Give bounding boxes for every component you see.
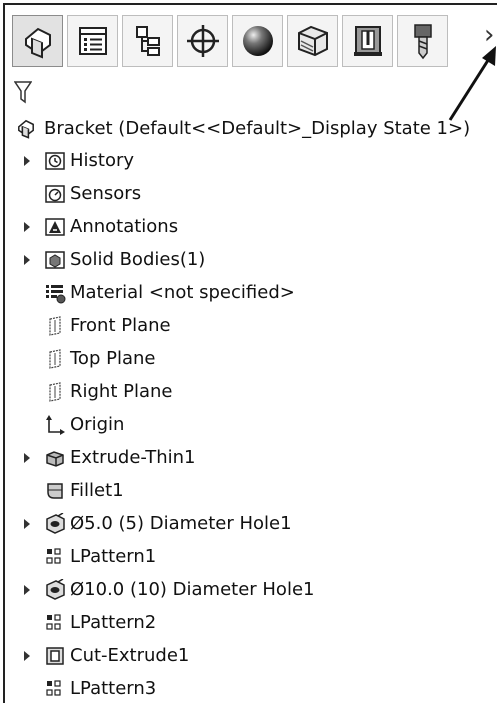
tree-item[interactable]: History [0,144,497,177]
tab-cam-operation-tree[interactable] [342,15,393,67]
plane-icon [49,348,61,369]
hole-wizard-icon [46,578,65,600]
tree-root-part[interactable]: Bracket (Default<<Default>_Display State… [14,114,470,142]
cam-feature-tree-icon [297,25,328,57]
tree-item[interactable]: LPattern1 [0,540,497,573]
tree-item[interactable]: Extrude-Thin1 [0,441,497,474]
tree-item-label: Right Plane [70,381,173,402]
tree-item-label: Top Plane [70,348,156,369]
tree-item[interactable]: Origin [0,408,497,441]
tree-item-label: Cut-Extrude1 [70,645,190,666]
tab-displaymanager[interactable] [232,15,283,67]
tree-item[interactable]: Right Plane [0,375,497,408]
expand-arrow-icon[interactable] [22,155,32,167]
history-icon [45,151,65,170]
tree-item[interactable]: Cut-Extrude1 [0,639,497,672]
tree-item[interactable]: Top Plane [0,342,497,375]
tree-item-label: Annotations [70,216,179,237]
tree-item-label: Material <not specified> [70,282,295,303]
linear-pattern-icon [46,547,61,564]
solid-bodies-icon [45,250,65,269]
tree-item[interactable]: LPattern3 [0,672,497,705]
cam-operation-tree-icon [353,26,382,56]
tree-item-label: Solid Bodies(1) [70,249,206,270]
filter-icon[interactable] [14,80,32,104]
tree-root-label: Bracket (Default<<Default>_Display State… [44,117,471,139]
tree-item[interactable]: Ø10.0 (10) Diameter Hole1 [0,573,497,606]
linear-pattern-icon [46,613,61,630]
tree-item-label: Origin [70,414,125,435]
tree-item-label: LPattern1 [70,546,157,567]
expand-arrow-icon[interactable] [22,584,32,596]
material-icon [46,284,66,303]
tree-item[interactable]: Front Plane [0,309,497,342]
hole-wizard-icon [46,512,65,534]
part-icon [18,119,34,139]
tree-item-label: Sensors [70,183,142,204]
tree-item[interactable]: Solid Bodies(1) [0,243,497,276]
featuremanager-tree-icon [24,27,51,59]
tree-item[interactable]: Material <not specified> [0,276,497,309]
tree-item[interactable]: LPattern2 [0,606,497,639]
displaymanager-sphere-icon [242,26,273,56]
tree-item[interactable]: Sensors [0,177,497,210]
linear-pattern-icon [46,679,61,696]
tree-item-label: LPattern2 [70,612,157,633]
origin-icon [46,414,65,435]
tree-item-label: Ø5.0 (5) Diameter Hole1 [70,513,292,534]
tree-item-label: History [70,150,135,171]
expand-arrow-icon[interactable] [22,452,32,464]
fillet-icon [47,482,63,499]
tab-cam-feature-tree[interactable] [287,15,338,67]
feature-tree: History Sensors Annotations Solid Bodies(1)… [0,144,497,705]
callout-arrow-icon [448,46,496,121]
cam-tool-tree-icon [413,24,432,60]
tree-item-label: Fillet1 [70,480,124,501]
tab-configurationmanager[interactable] [122,15,173,67]
configurationmanager-icon [135,26,160,56]
tree-item[interactable]: Ø5.0 (5) Diameter Hole1 [0,507,497,540]
expand-arrow-icon[interactable] [22,254,32,266]
tab-propertymanager[interactable] [67,15,118,67]
plane-icon [49,381,61,402]
tab-dimxpertmanager[interactable] [177,15,228,67]
tree-item-label: Ø10.0 (10) Diameter Hole1 [70,579,315,600]
extrude-icon [46,450,64,467]
tree-item[interactable]: Annotations [0,210,497,243]
sensors-icon [45,184,65,203]
annotations-icon [45,217,65,236]
tree-item[interactable]: Fillet1 [0,474,497,507]
tab-featuremanager[interactable] [12,15,63,67]
manager-tab-bar [12,13,497,69]
plane-icon [49,315,61,336]
propertymanager-icon [78,27,107,55]
expand-arrow-icon[interactable] [22,650,32,662]
expand-arrow-icon[interactable] [22,221,32,233]
dimxpertmanager-icon [186,25,219,57]
tree-item-label: Extrude-Thin1 [70,447,196,468]
cut-extrude-icon [46,646,64,665]
expand-arrow-icon[interactable] [22,518,32,530]
tree-item-label: Front Plane [70,315,171,336]
